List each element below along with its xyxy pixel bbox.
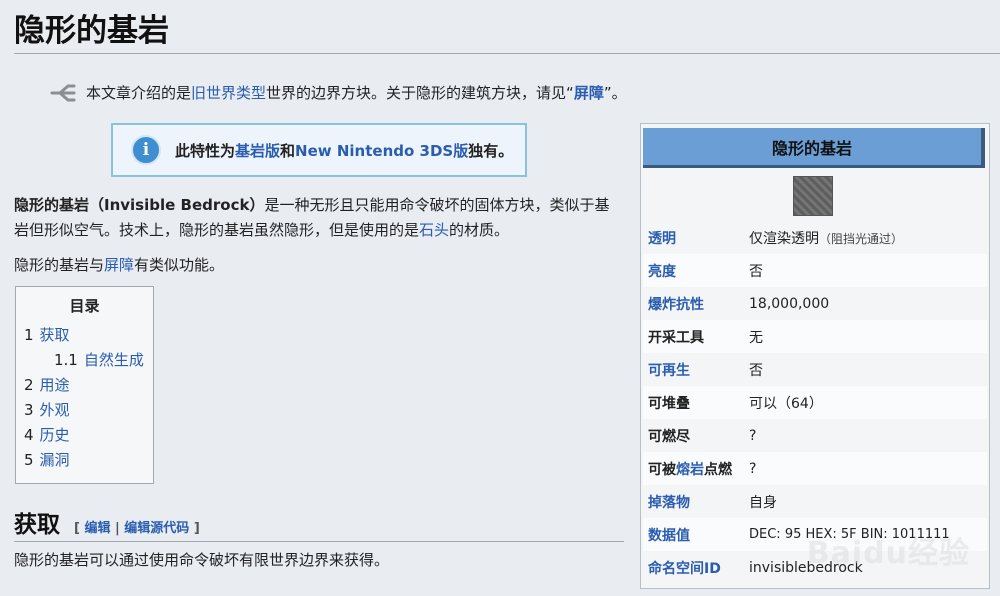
toc-item-obtaining[interactable]: 1 获取 [24, 323, 145, 348]
infobox-row-flammable: 可燃尽 ? [648, 427, 757, 445]
infobox: 隐形的基岩 透明 仅渲染透明（阻挡光通过） 亮度 否 爆炸抗性 18,000,0… [640, 123, 990, 589]
toc-item-usage[interactable]: 2 用途 [24, 373, 145, 398]
intro-bold: 隐形的基岩（Invisible Bedrock） [14, 196, 265, 214]
toc-title: 目录 [69, 297, 100, 315]
hatnote-prefix: 本文章介绍的是 [86, 84, 192, 102]
para2-suffix: 有类似功能。 [134, 256, 225, 274]
infobox-title: 隐形的基岩 [643, 128, 985, 168]
section-heading-text: 获取 [14, 511, 60, 538]
intro-link-stone[interactable]: 石头 [419, 221, 449, 239]
notice-suffix: 独有。 [468, 141, 514, 160]
infobox-row-data-value: 数据值 DEC: 95 HEX: 5F BIN: 1011111 [643, 518, 987, 551]
infobox-row-namespace-id: 命名空间ID invisiblebedrock [648, 559, 863, 577]
hatnote-suffix: ”。 [603, 84, 627, 102]
lava-link[interactable]: 熔岩 [676, 462, 704, 478]
hatnote: 本文章介绍的是 旧世界类型 世界的边界方块。关于隐形的建筑方块，请见“ 屏障 ”… [50, 82, 627, 103]
title-divider [14, 53, 1000, 54]
notice-link-3ds[interactable]: New Nintendo 3DS版 [295, 140, 468, 161]
intro-text2: 的材质。 [449, 221, 510, 239]
section-heading-obtaining: 获取 [ 编辑 | 编辑源代码 ] [14, 510, 200, 544]
toc-item-history[interactable]: 4 历史 [24, 423, 145, 448]
toc-item-natural-generation[interactable]: 1.1 自然生成 [24, 348, 145, 373]
infobox-row-transparent: 透明 仅渲染透明（阻挡光通过） [648, 230, 904, 247]
infobox-row-drops: 掉落物 自身 [648, 494, 777, 511]
notice-link-bedrock[interactable]: 基岩版 [235, 140, 280, 161]
edit-link[interactable]: 编辑 [84, 521, 110, 536]
notice-mid: 和 [280, 141, 296, 160]
infobox-row-stackable: 可堆叠 可以（64） [643, 386, 987, 419]
infobox-row-renewable: 可再生 否 [648, 362, 763, 379]
edit-source-link[interactable]: 编辑源代码 [124, 521, 189, 536]
page-title: 隐形的基岩 [14, 13, 169, 49]
notice-prefix: 此特性为 [175, 141, 236, 160]
toc-item-appearance[interactable]: 3 外观 [24, 398, 145, 423]
hatnote-link-barrier[interactable]: 屏障 [574, 82, 604, 103]
edit-section-links: [ 编辑 | 编辑源代码 ] [74, 521, 200, 536]
infobox-row-blast-resistance: 爆炸抗性 18,000,000 [648, 295, 830, 313]
section-text: 隐形的基岩可以通过使用命令破坏有限世界边界来获得。 [14, 551, 390, 569]
toc-item-issues[interactable]: 5 漏洞 [24, 448, 145, 473]
intro-paragraph: 隐形的基岩（Invisible Bedrock）是一种无形且只能用命令破坏的固体… [14, 193, 624, 243]
para2-prefix: 隐形的基岩与 [14, 256, 105, 274]
infobox-row-lava-ignite: 可被熔岩点燃 ? [643, 452, 987, 485]
hatnote-mid: 世界的边界方块。关于隐形的建筑方块，请见“ [266, 84, 574, 102]
disambiguation-icon [50, 84, 76, 101]
infobox-row-tool: 开采工具 无 [643, 320, 987, 353]
edition-notice: i 此特性为 基岩版 和 New Nintendo 3DS版 独有。 [111, 123, 527, 177]
second-paragraph: 隐形的基岩与屏障有类似功能。 [14, 253, 624, 278]
section-divider [14, 541, 624, 542]
para2-link-barrier[interactable]: 屏障 [104, 256, 134, 274]
hatnote-link-old-world-type[interactable]: 旧世界类型 [191, 82, 266, 103]
info-icon: i [131, 135, 161, 165]
block-image-icon [793, 176, 833, 216]
infobox-row-light: 亮度 否 [643, 254, 987, 287]
table-of-contents: 目录 1 获取 1.1 自然生成 2 用途 3 外观 4 历史 5 漏洞 [15, 286, 154, 484]
